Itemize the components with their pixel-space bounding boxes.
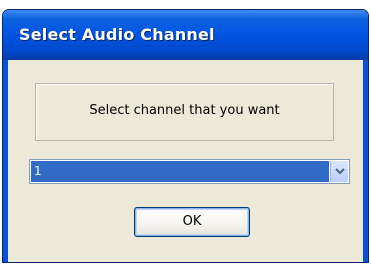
channel-dropdown-button[interactable] xyxy=(330,161,348,182)
title-bar[interactable]: Select Audio Channel xyxy=(3,10,368,60)
dialog-client-area: Select channel that you want 1 OK xyxy=(8,60,363,262)
chevron-down-icon xyxy=(335,168,345,175)
select-audio-channel-dialog: Select Audio Channel Select channel that… xyxy=(2,9,369,263)
window-title: Select Audio Channel xyxy=(19,25,215,44)
message-text: Select channel that you want xyxy=(89,103,280,118)
ok-button[interactable]: OK xyxy=(134,207,250,237)
message-panel: Select channel that you want xyxy=(35,83,334,141)
channel-select-value[interactable]: 1 xyxy=(31,161,329,182)
window-frame-right xyxy=(363,60,368,262)
channel-select[interactable]: 1 xyxy=(29,159,350,184)
